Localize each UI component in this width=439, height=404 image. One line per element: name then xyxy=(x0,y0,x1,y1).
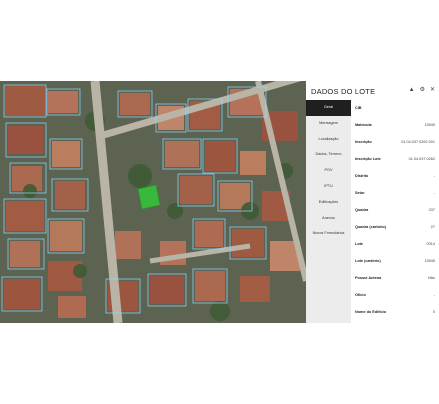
tab-iptu[interactable]: IPTU xyxy=(306,179,351,195)
field-label: Possui Antena xyxy=(355,276,382,280)
field-label: Distrito xyxy=(355,174,369,178)
field-lote: Lote 0014 xyxy=(355,239,435,249)
lot-data-panel: DADOS DO LOTE ▲ ⚙ ✕ Geral Mensagem Local… xyxy=(306,81,439,323)
field-value: 037 xyxy=(428,208,435,212)
field-label: Nome do Edifício xyxy=(355,310,387,314)
user-icon[interactable]: ▲ xyxy=(409,87,415,94)
field-label: Inscrição xyxy=(355,140,372,144)
field-label: Matrícula xyxy=(355,123,372,127)
field-cib: CIB xyxy=(355,103,435,113)
field-value: 01.04.037.0262.001 xyxy=(401,140,435,144)
field-value: Não xyxy=(428,276,435,280)
field-label: CIB xyxy=(355,106,362,110)
panel-header: DADOS DO LOTE ▲ ⚙ ✕ xyxy=(306,81,439,100)
tab-dados-terreno[interactable]: Dados, Terreno xyxy=(306,147,351,163)
field-label: Lote (cartório) xyxy=(355,259,381,263)
tab-list: Geral Mensagem Localização Dados, Terren… xyxy=(306,100,351,323)
tab-anexos[interactable]: Anexos xyxy=(306,211,351,227)
field-label: Quadra (cartório) xyxy=(355,225,387,229)
field-lote-cartorio: Lote (cartório) 13545 xyxy=(355,256,435,266)
field-value: 13545 xyxy=(424,259,435,263)
selected-lot[interactable] xyxy=(137,184,161,210)
field-value: - xyxy=(433,191,435,195)
field-list: CIB Matrícula 13549 Inscrição 01.04.037.… xyxy=(351,100,439,323)
field-setor: Setor - xyxy=(355,188,435,198)
field-value: 0014 xyxy=(426,242,435,246)
field-value: - xyxy=(433,174,435,178)
field-value: 01.04.037.0262 xyxy=(408,157,435,161)
field-inscricao-lote: Inscrição Lote 01.04.037.0262 xyxy=(355,154,435,164)
aerial-map[interactable] xyxy=(0,81,306,323)
tab-geral[interactable]: Geral xyxy=(306,100,351,116)
tab-mensagem[interactable]: Mensagem xyxy=(306,116,351,132)
field-value: - xyxy=(433,293,435,297)
tab-pgv[interactable]: PGV xyxy=(306,163,351,179)
field-label: Inscrição Lote xyxy=(355,157,381,161)
field-label: Lote xyxy=(355,242,364,246)
field-oficio: Ofício - xyxy=(355,290,435,300)
field-nome-edificio: Nome do Edifício 0 xyxy=(355,307,435,317)
field-value: 13549 xyxy=(424,123,435,127)
map-canvas[interactable] xyxy=(0,81,306,323)
field-value: 27 xyxy=(430,225,435,229)
close-icon[interactable]: ✕ xyxy=(430,87,435,94)
panel-title: DADOS DO LOTE xyxy=(311,87,376,96)
field-label: Setor xyxy=(355,191,365,195)
tab-localizacao[interactable]: Localização xyxy=(306,132,351,148)
field-value: 0 xyxy=(432,310,435,314)
tab-edificacoes[interactable]: Edificações xyxy=(306,195,351,211)
header-icons: ▲ ⚙ ✕ xyxy=(409,87,435,94)
tab-novos-formularios[interactable]: Novos Formulários xyxy=(306,226,351,242)
field-quadra: Quadra 037 xyxy=(355,205,435,215)
field-label: Quadra xyxy=(355,208,369,212)
field-possui-antena: Possui Antena Não xyxy=(355,273,435,283)
field-matricula: Matrícula 13549 xyxy=(355,120,435,130)
field-inscricao: Inscrição 01.04.037.0262.001 xyxy=(355,137,435,147)
field-distrito: Distrito - xyxy=(355,171,435,181)
gear-icon[interactable]: ⚙ xyxy=(420,87,425,94)
field-quadra-cartorio: Quadra (cartório) 27 xyxy=(355,222,435,232)
field-label: Ofício xyxy=(355,293,366,297)
